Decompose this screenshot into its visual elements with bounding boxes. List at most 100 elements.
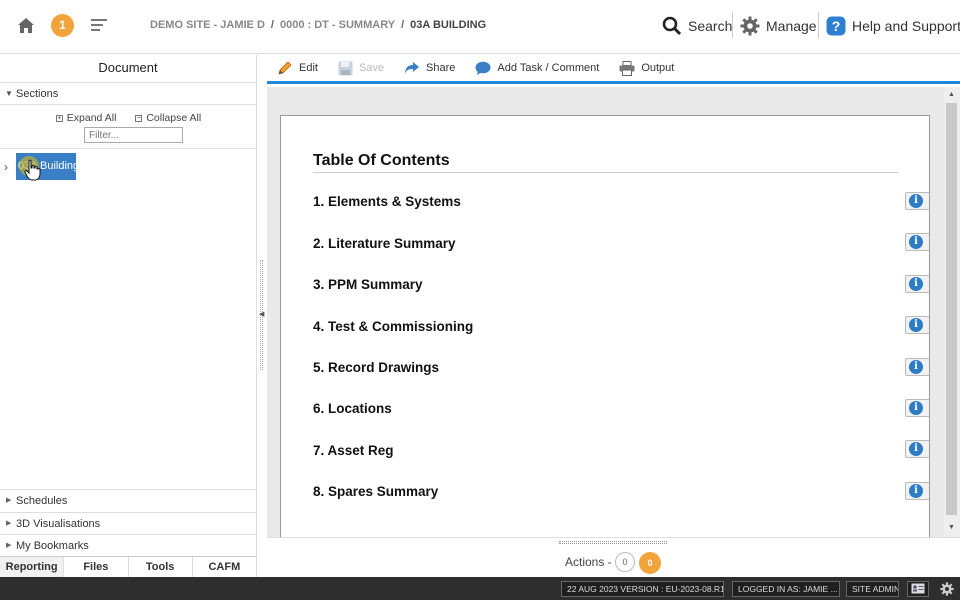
bookmarks-section[interactable]: ▶ My Bookmarks — [0, 534, 257, 556]
toc-item[interactable]: 7. Asset Reg — [313, 443, 394, 458]
visualisations-label: 3D Visualisations — [16, 518, 101, 530]
info-icon: i — [909, 401, 923, 415]
toc-item[interactable]: 8. Spares Summary — [313, 484, 438, 499]
save-icon — [338, 61, 353, 75]
expand-all-label: Expand All — [66, 112, 117, 124]
toc-title: Table Of Contents — [313, 152, 898, 173]
divider — [732, 12, 733, 38]
panel-splitter[interactable]: ◀ — [257, 55, 267, 577]
version-info: 22 AUG 2023 VERSION : EU-2023-08.R1 — [561, 581, 724, 597]
document-toolbar: Edit Save Share Add Task / Comment Outpu… — [267, 55, 960, 84]
caret-right-icon: ▶ — [6, 542, 12, 549]
tab-files[interactable]: Files — [64, 557, 129, 577]
caret-right-icon: ▶ — [6, 497, 12, 504]
toc-item[interactable]: 4. Test & Commissioning — [313, 319, 473, 334]
info-icon: i — [909, 318, 923, 332]
printer-icon — [619, 60, 635, 76]
share-label: Share — [426, 62, 456, 74]
actions-grip[interactable] — [559, 541, 667, 544]
toc-item[interactable]: 2. Literature Summary — [313, 236, 456, 251]
info-button[interactable]: i — [905, 192, 929, 210]
search-button[interactable]: Search — [662, 14, 732, 38]
output-button[interactable]: Output — [619, 60, 674, 76]
expand-collapse-row: + Expand All − Collapse All — [0, 112, 257, 124]
sections-header[interactable]: ▼ Sections — [0, 83, 256, 105]
toc-item[interactable]: 3. PPM Summary — [313, 277, 423, 292]
actions-bar: Actions - 0 0 — [267, 537, 960, 577]
id-card-button[interactable] — [907, 581, 929, 597]
info-icon: i — [909, 360, 923, 374]
panel-tabs: Reporting Files Tools CAFM — [0, 556, 257, 577]
divider — [818, 12, 819, 38]
logged-in-info[interactable]: LOGGED IN AS: JAMIE ... — [732, 581, 840, 597]
tab-cafm[interactable]: CAFM — [193, 557, 257, 577]
scrollbar-thumb[interactable] — [946, 103, 957, 515]
info-button[interactable]: i — [905, 358, 929, 376]
toc-item[interactable]: 6. Locations — [313, 401, 392, 416]
plus-box-icon: + — [55, 115, 63, 122]
info-button[interactable]: i — [905, 482, 929, 500]
info-icon: i — [909, 235, 923, 249]
role-badge: SITE ADMIN — [846, 581, 899, 597]
breadcrumb-separator: / — [270, 19, 274, 31]
breadcrumb-document[interactable]: 0000 : DT - SUMMARY — [280, 19, 395, 31]
gear-icon — [740, 16, 760, 36]
breadcrumb-separator: / — [401, 19, 405, 31]
schedules-label: Schedules — [16, 495, 68, 507]
actions-label: Actions - — [565, 555, 612, 569]
minus-box-icon: − — [135, 115, 143, 122]
divider — [0, 148, 257, 149]
scroll-down-icon[interactable]: ▼ — [948, 524, 955, 531]
tab-reporting[interactable]: Reporting — [0, 557, 65, 577]
manage-button[interactable]: Manage — [740, 14, 817, 38]
collapse-all-button[interactable]: − Collapse All — [135, 112, 201, 124]
info-button[interactable]: i — [905, 399, 929, 417]
settings-gear-icon[interactable] — [940, 582, 954, 596]
help-icon: ? — [826, 16, 846, 36]
caret-down-icon: ▼ — [5, 89, 13, 98]
home-icon[interactable] — [17, 17, 35, 34]
actions-pending-count[interactable]: 0 — [639, 552, 661, 574]
expand-all-button[interactable]: + Expand All — [55, 112, 117, 124]
info-button[interactable]: i — [905, 440, 929, 458]
comment-icon — [475, 61, 491, 75]
schedules-section[interactable]: ▶ Schedules — [0, 489, 257, 511]
save-label: Save — [358, 62, 385, 74]
caret-right-icon: ▶ — [6, 520, 12, 527]
save-button[interactable]: Save — [338, 61, 384, 76]
status-bar: 22 AUG 2023 VERSION : EU-2023-08.R1 LOGG… — [0, 577, 960, 600]
top-bar: 1 DEMO SITE - JAMIE D / 0000 : DT - SUMMAR… — [0, 0, 960, 54]
scroll-up-icon[interactable]: ▲ — [948, 91, 955, 98]
document-panel: Document ▼ Sections + Expand All − Collaps… — [0, 55, 257, 577]
breadcrumb: DEMO SITE - JAMIE D / 0000 : DT - SUMMARY /… — [150, 19, 486, 31]
info-icon: i — [909, 194, 923, 208]
manage-label: Manage — [766, 18, 817, 34]
3d-visualisations-section[interactable]: ▶ 3D Visualisations — [0, 512, 257, 534]
collapse-left-icon[interactable]: ◀ — [259, 310, 264, 318]
filter-input[interactable] — [84, 127, 183, 143]
chevron-right-icon[interactable]: › — [4, 160, 8, 174]
share-button[interactable]: Share — [404, 61, 455, 75]
search-label: Search — [688, 18, 733, 34]
actions-open-count[interactable]: 0 — [615, 552, 635, 572]
info-button[interactable]: i — [905, 275, 929, 293]
info-icon: i — [909, 277, 923, 291]
panel-title: Document — [0, 55, 256, 83]
hand-cursor-icon — [24, 159, 41, 181]
help-button[interactable]: ? Help and Support — [826, 14, 960, 38]
edit-button[interactable]: Edit — [277, 60, 318, 76]
notification-badge[interactable]: 1 — [51, 14, 74, 37]
info-icon: i — [909, 442, 923, 456]
info-button[interactable]: i — [905, 233, 929, 251]
help-label: Help and Support — [852, 18, 960, 34]
menu-icon[interactable] — [91, 18, 107, 32]
share-icon — [405, 62, 420, 74]
breadcrumb-site[interactable]: DEMO SITE - JAMIE D — [150, 19, 265, 31]
vertical-scrollbar[interactable]: ▲ ▼ — [944, 87, 960, 537]
toc-item[interactable]: 1. Elements & Systems — [313, 194, 461, 209]
toc-item[interactable]: 5. Record Drawings — [313, 360, 439, 375]
edit-label: Edit — [299, 62, 318, 74]
tab-tools[interactable]: Tools — [129, 557, 193, 577]
info-button[interactable]: i — [905, 316, 929, 334]
add-task-button[interactable]: Add Task / Comment — [475, 61, 599, 76]
